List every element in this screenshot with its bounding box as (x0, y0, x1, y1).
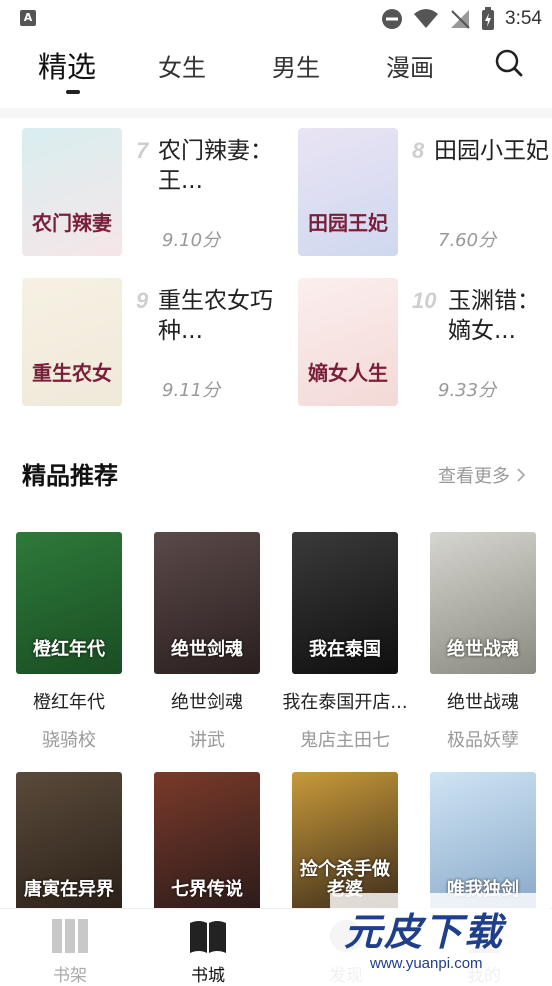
cover-title-art: 橙红年代 (33, 639, 105, 661)
tab-female[interactable]: 女生 (158, 48, 206, 83)
tab-featured[interactable]: 精选 (38, 44, 96, 86)
book-author: 骁骑校 (42, 730, 96, 751)
ranked-book[interactable]: 嫡女人生 10 玉渊错：嫡女... 9.33分 (298, 278, 548, 408)
tab-male[interactable]: 男生 (272, 48, 320, 83)
cover-title-art: 绝世剑魂 (171, 639, 243, 661)
wifi-icon (414, 9, 439, 28)
cover-title-art: 田园王妃 (308, 211, 388, 235)
book-score: 9.33分 (438, 380, 497, 401)
chevron-right-icon (517, 468, 526, 482)
nav-label: 书城 (191, 966, 225, 986)
book-cover: 重生农女 (22, 278, 122, 406)
cover-title-art: 农门辣妻 (32, 211, 112, 235)
book-cover: 嫡女人生 (298, 278, 398, 406)
nav-bookstore[interactable]: 书城 (168, 917, 248, 986)
status-icons: 3:54 (381, 6, 542, 32)
recommended-book[interactable]: 绝世剑魂 绝世剑魂 讲武 (154, 532, 264, 751)
no-signal-icon (451, 10, 470, 29)
recommended-book[interactable]: 七界传说 (154, 772, 264, 914)
cover-title-art: 重生农女 (32, 361, 112, 385)
see-more-link[interactable]: 查看更多 (438, 462, 526, 488)
book-title: 我在泰国开店... (282, 692, 408, 713)
cover-title-art: 我在泰国 (309, 639, 381, 661)
rank-number: 10 (412, 288, 437, 313)
book-title: 绝世剑魂 (171, 692, 243, 713)
book-author: 极品妖孽 (447, 730, 519, 751)
nav-bookshelf[interactable]: 书架 (30, 917, 110, 986)
tab-comics[interactable]: 漫画 (386, 48, 434, 83)
active-tab-indicator (66, 90, 80, 94)
book-score: 9.10分 (162, 230, 221, 251)
section-title: 精品推荐 (22, 462, 118, 490)
ranked-book[interactable]: 田园王妃 8 田园小王妃 7.60分 (298, 128, 549, 258)
book-cover: 七界传说 (154, 772, 260, 914)
book-title: 田园小王妃 (434, 138, 549, 164)
book-author: 讲武 (189, 730, 225, 751)
watermark: 元皮下载 www.yuanpi.com (330, 893, 550, 983)
cover-title-art: 七界传说 (171, 879, 243, 901)
app-notification-icon: A (20, 10, 36, 26)
see-more-label: 查看更多 (438, 466, 510, 487)
recommended-book[interactable]: 我在泰国 我在泰国开店... 鬼店主田七 (282, 532, 408, 751)
cover-title-art: 嫡女人生 (308, 361, 388, 385)
clock: 3:54 (505, 8, 542, 29)
search-icon[interactable] (494, 48, 524, 78)
book-cover: 绝世战魂 (430, 532, 536, 674)
top-tabs: 精选 女生 男生 漫画 (0, 38, 552, 108)
bookshelf-icon (52, 919, 88, 953)
rank-number: 7 (136, 138, 149, 163)
book-title: 重生农女巧种... (158, 288, 273, 344)
book-cover: 我在泰国 (292, 532, 398, 674)
divider (0, 108, 552, 118)
open-book-icon (190, 921, 226, 953)
cover-title-art: 绝世战魂 (447, 639, 519, 661)
book-cover: 田园王妃 (298, 128, 398, 256)
book-author: 鬼店主田七 (300, 730, 390, 751)
recommended-book[interactable]: 橙红年代 橙红年代 骁骑校 (16, 532, 126, 751)
watermark-logo: 元皮下载 (344, 910, 505, 954)
book-title: 绝世战魂 (447, 692, 519, 713)
book-score: 9.11分 (162, 380, 221, 401)
book-title: 玉渊错：嫡女... (448, 288, 540, 344)
recommended-book[interactable]: 唐寅在异界 (16, 772, 126, 914)
book-title: 农门辣妻：王... (158, 138, 273, 194)
book-cover: 橙红年代 (16, 532, 122, 674)
recommended-book[interactable]: 绝世战魂 绝世战魂 极品妖孽 (430, 532, 540, 751)
cover-title-art: 唐寅在异界 (24, 879, 114, 901)
book-cover: 绝世剑魂 (154, 532, 260, 674)
ranked-book[interactable]: 农门辣妻 7 农门辣妻：王... 9.10分 (22, 128, 273, 258)
book-score: 7.60分 (438, 230, 497, 251)
rank-number: 8 (412, 138, 425, 163)
ranked-book[interactable]: 重生农女 9 重生农女巧种... 9.11分 (22, 278, 273, 408)
book-cover: 农门辣妻 (22, 128, 122, 256)
rank-number: 9 (136, 288, 149, 313)
book-cover: 唐寅在异界 (16, 772, 122, 914)
do-not-disturb-icon (382, 9, 403, 29)
status-bar: A 3:54 (0, 0, 552, 38)
watermark-url: www.yuanpi.com (370, 955, 483, 972)
nav-label: 书架 (53, 966, 87, 986)
battery-charging-icon (482, 7, 495, 30)
book-title: 橙红年代 (33, 692, 105, 713)
